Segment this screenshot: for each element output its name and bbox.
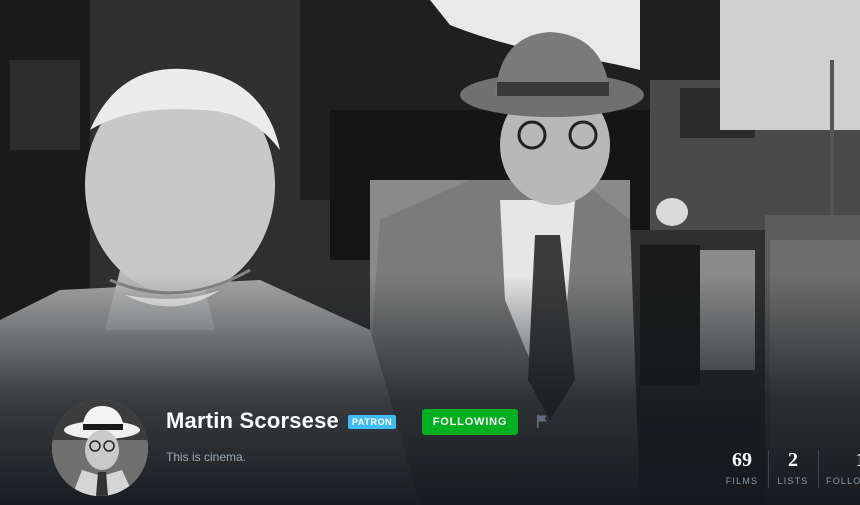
avatar-image xyxy=(52,400,148,496)
profile-name: Martin Scorsese xyxy=(166,408,339,433)
profile-bio: This is cinema. xyxy=(166,450,247,464)
following-button[interactable]: FOLLOWING xyxy=(422,409,518,435)
profile-avatar[interactable] xyxy=(52,400,148,496)
stat-lists[interactable]: 2 LISTS xyxy=(774,450,812,486)
stat-films-count: 69 xyxy=(732,449,752,471)
stat-following-label: FOLLO xyxy=(826,476,860,486)
stat-lists-label: LISTS xyxy=(777,476,809,486)
stat-lists-count: 2 xyxy=(788,449,798,471)
stat-divider xyxy=(768,450,769,488)
stat-following[interactable]: 1 FOLLO xyxy=(826,450,860,486)
patron-badge: PATRON xyxy=(348,415,397,429)
flag-icon[interactable] xyxy=(536,414,548,428)
stat-films-label: FILMS xyxy=(725,476,759,486)
stat-following-count: 1 xyxy=(826,450,860,470)
stat-divider xyxy=(818,450,819,488)
stat-films[interactable]: 69 FILMS xyxy=(722,450,762,486)
